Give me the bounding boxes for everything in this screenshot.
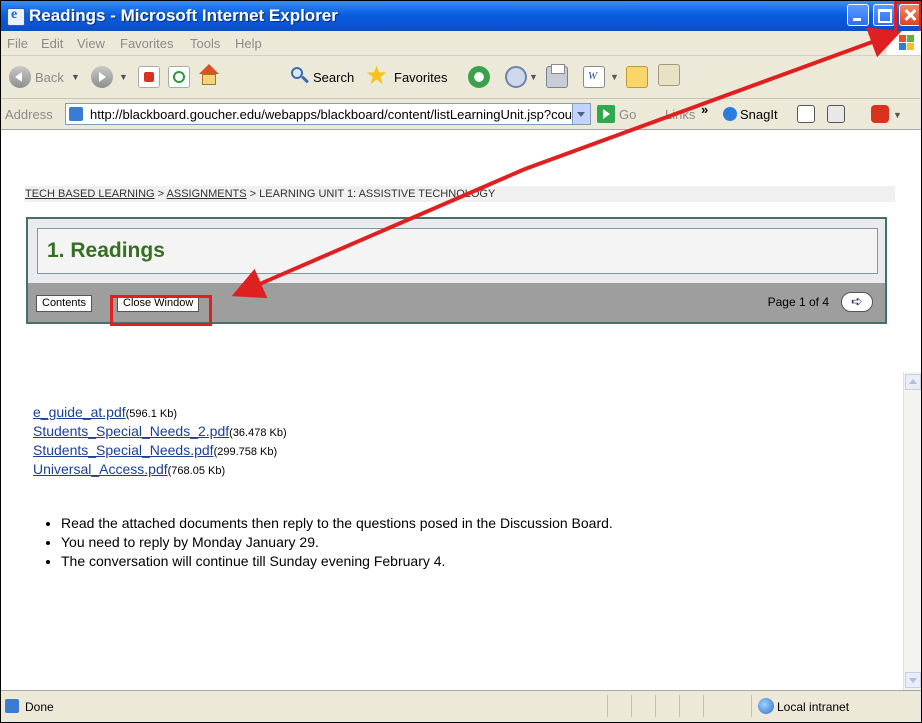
- snagit-button-label[interactable]: SnagIt: [740, 107, 778, 122]
- page-status-icon: [5, 699, 19, 713]
- snagit-edit-icon[interactable]: [827, 105, 845, 123]
- menu-file[interactable]: File: [7, 36, 28, 51]
- instruction-item: The conversation will continue till Sund…: [61, 553, 613, 572]
- search-icon[interactable]: [289, 65, 311, 87]
- stop-icon[interactable]: [138, 66, 160, 88]
- status-divider: [631, 695, 632, 717]
- links-chevron[interactable]: »: [701, 102, 708, 117]
- window-title: Readings - Microsoft Internet Explorer: [29, 6, 338, 25]
- instructions-list: Read the attached documents then reply t…: [33, 515, 613, 572]
- attachment-link[interactable]: e_guide_at.pdf: [33, 404, 126, 420]
- status-divider: [751, 695, 752, 717]
- breadcrumb-course-link[interactable]: TECH BASED LEARNING: [25, 188, 155, 200]
- page-content: TECH BASED LEARNING > ASSIGNMENTS > LEAR…: [1, 130, 903, 690]
- attachment-item: e_guide_at.pdf(596.1 Kb): [33, 404, 287, 423]
- page-title: 1. Readings: [47, 239, 165, 262]
- back-icon[interactable]: [9, 66, 31, 88]
- vertical-scrollbar[interactable]: [903, 372, 921, 690]
- title-bar: Readings - Microsoft Internet Explorer: [1, 1, 921, 31]
- pdf-convert-icon[interactable]: [871, 105, 889, 123]
- breadcrumb-current: LEARNING UNIT 1: ASSISTIVE TECHNOLOGY: [259, 188, 496, 200]
- back-dropdown-icon[interactable]: ▼: [71, 72, 80, 82]
- ie-app-icon: [7, 7, 25, 26]
- breadcrumb: TECH BASED LEARNING > ASSIGNMENTS > LEAR…: [25, 186, 895, 202]
- favorites-button-label[interactable]: Favorites: [394, 70, 447, 85]
- snagit-icon[interactable]: [723, 107, 737, 121]
- attachment-size: (299.758 Kb): [213, 446, 278, 458]
- menu-tools[interactable]: Tools: [190, 36, 220, 51]
- breadcrumb-assignments-link[interactable]: ASSIGNMENTS: [167, 188, 247, 200]
- status-divider: [703, 695, 704, 717]
- page-indicator: Page 1 of 4: [767, 295, 829, 309]
- status-divider: [655, 695, 656, 717]
- favorites-star-icon[interactable]: ★: [365, 62, 388, 88]
- instruction-item: Read the attached documents then reply t…: [61, 515, 613, 534]
- instruction-item: You need to reply by Monday January 29.: [61, 534, 613, 553]
- menu-favorites[interactable]: Favorites: [120, 36, 173, 51]
- history-icon[interactable]: [468, 66, 490, 88]
- refresh-icon[interactable]: [168, 66, 190, 88]
- contents-button[interactable]: Contents: [36, 295, 93, 312]
- breadcrumb-separator: >: [246, 188, 260, 200]
- back-button-label[interactable]: Back: [35, 70, 64, 85]
- attachment-link[interactable]: Students_Special_Needs_2.pdf: [33, 423, 229, 439]
- research-icon[interactable]: [658, 64, 680, 86]
- attachment-size: (768.05 Kb): [167, 465, 226, 477]
- forward-dropdown-icon[interactable]: ▼: [119, 72, 128, 82]
- attachment-size: (36.478 Kb): [229, 427, 287, 439]
- menu-view[interactable]: View: [77, 36, 105, 51]
- forward-icon[interactable]: [91, 66, 113, 88]
- mail-icon[interactable]: [505, 66, 527, 88]
- word-edit-icon[interactable]: W: [583, 66, 605, 88]
- address-dropdown-icon[interactable]: [572, 104, 590, 124]
- menu-help[interactable]: Help: [235, 36, 262, 51]
- pdf-dropdown-icon[interactable]: ▼: [893, 110, 902, 120]
- search-button-label[interactable]: Search: [313, 70, 354, 85]
- next-page-icon[interactable]: [841, 292, 873, 312]
- address-url[interactable]: http://blackboard.goucher.edu/webapps/bl…: [90, 107, 572, 122]
- minimize-button[interactable]: [847, 4, 869, 26]
- close-window-highlight: [110, 295, 212, 326]
- windows-logo-icon: [887, 31, 921, 55]
- attachment-item: Students_Special_Needs.pdf(299.758 Kb): [33, 442, 287, 461]
- address-bar: Address http://blackboard.goucher.edu/we…: [1, 99, 921, 130]
- edit-dropdown-icon[interactable]: ▼: [610, 72, 619, 82]
- menu-edit[interactable]: Edit: [41, 36, 63, 51]
- menu-bar: File Edit View Favorites Tools Help: [1, 31, 921, 56]
- status-divider: [679, 695, 680, 717]
- security-zone-label: Local intranet: [777, 700, 850, 714]
- attachment-size: (596.1 Kb): [125, 408, 178, 420]
- maximize-button[interactable]: [873, 4, 895, 26]
- attachment-item: Students_Special_Needs_2.pdf(36.478 Kb): [33, 423, 287, 442]
- snagit-capture-icon[interactable]: [797, 105, 815, 123]
- status-bar: Done Local intranet: [1, 690, 921, 722]
- intranet-zone-icon: [758, 698, 774, 714]
- attachment-link[interactable]: Students_Special_Needs.pdf: [33, 442, 214, 458]
- mail-dropdown-icon[interactable]: ▼: [529, 72, 538, 82]
- page-title-box: 1. Readings: [37, 228, 878, 274]
- attachment-item: Universal_Access.pdf(768.05 Kb): [33, 461, 287, 480]
- scroll-up-icon[interactable]: [905, 374, 921, 390]
- print-icon[interactable]: [546, 64, 568, 88]
- standard-toolbar: Back ▼ ▼ Search ★ Favorites ▼ W ▼: [1, 56, 921, 99]
- scroll-down-icon[interactable]: [905, 672, 921, 688]
- close-button-highlight: [894, 1, 921, 34]
- breadcrumb-separator: >: [154, 188, 167, 200]
- address-input[interactable]: http://blackboard.goucher.edu/webapps/bl…: [65, 103, 591, 125]
- links-label[interactable]: Links: [665, 107, 695, 122]
- go-arrow-icon[interactable]: [597, 105, 615, 123]
- page-icon: [69, 107, 83, 121]
- home-icon[interactable]: [197, 64, 221, 88]
- discuss-icon[interactable]: [626, 66, 648, 88]
- attachment-link[interactable]: Universal_Access.pdf: [33, 461, 168, 477]
- address-label: Address: [5, 107, 53, 122]
- status-divider: [607, 695, 608, 717]
- status-text: Done: [25, 700, 54, 714]
- attachment-list: e_guide_at.pdf(596.1 Kb) Students_Specia…: [33, 404, 287, 480]
- browser-window: Readings - Microsoft Internet Explorer F…: [0, 0, 922, 723]
- go-button-label[interactable]: Go: [619, 107, 636, 122]
